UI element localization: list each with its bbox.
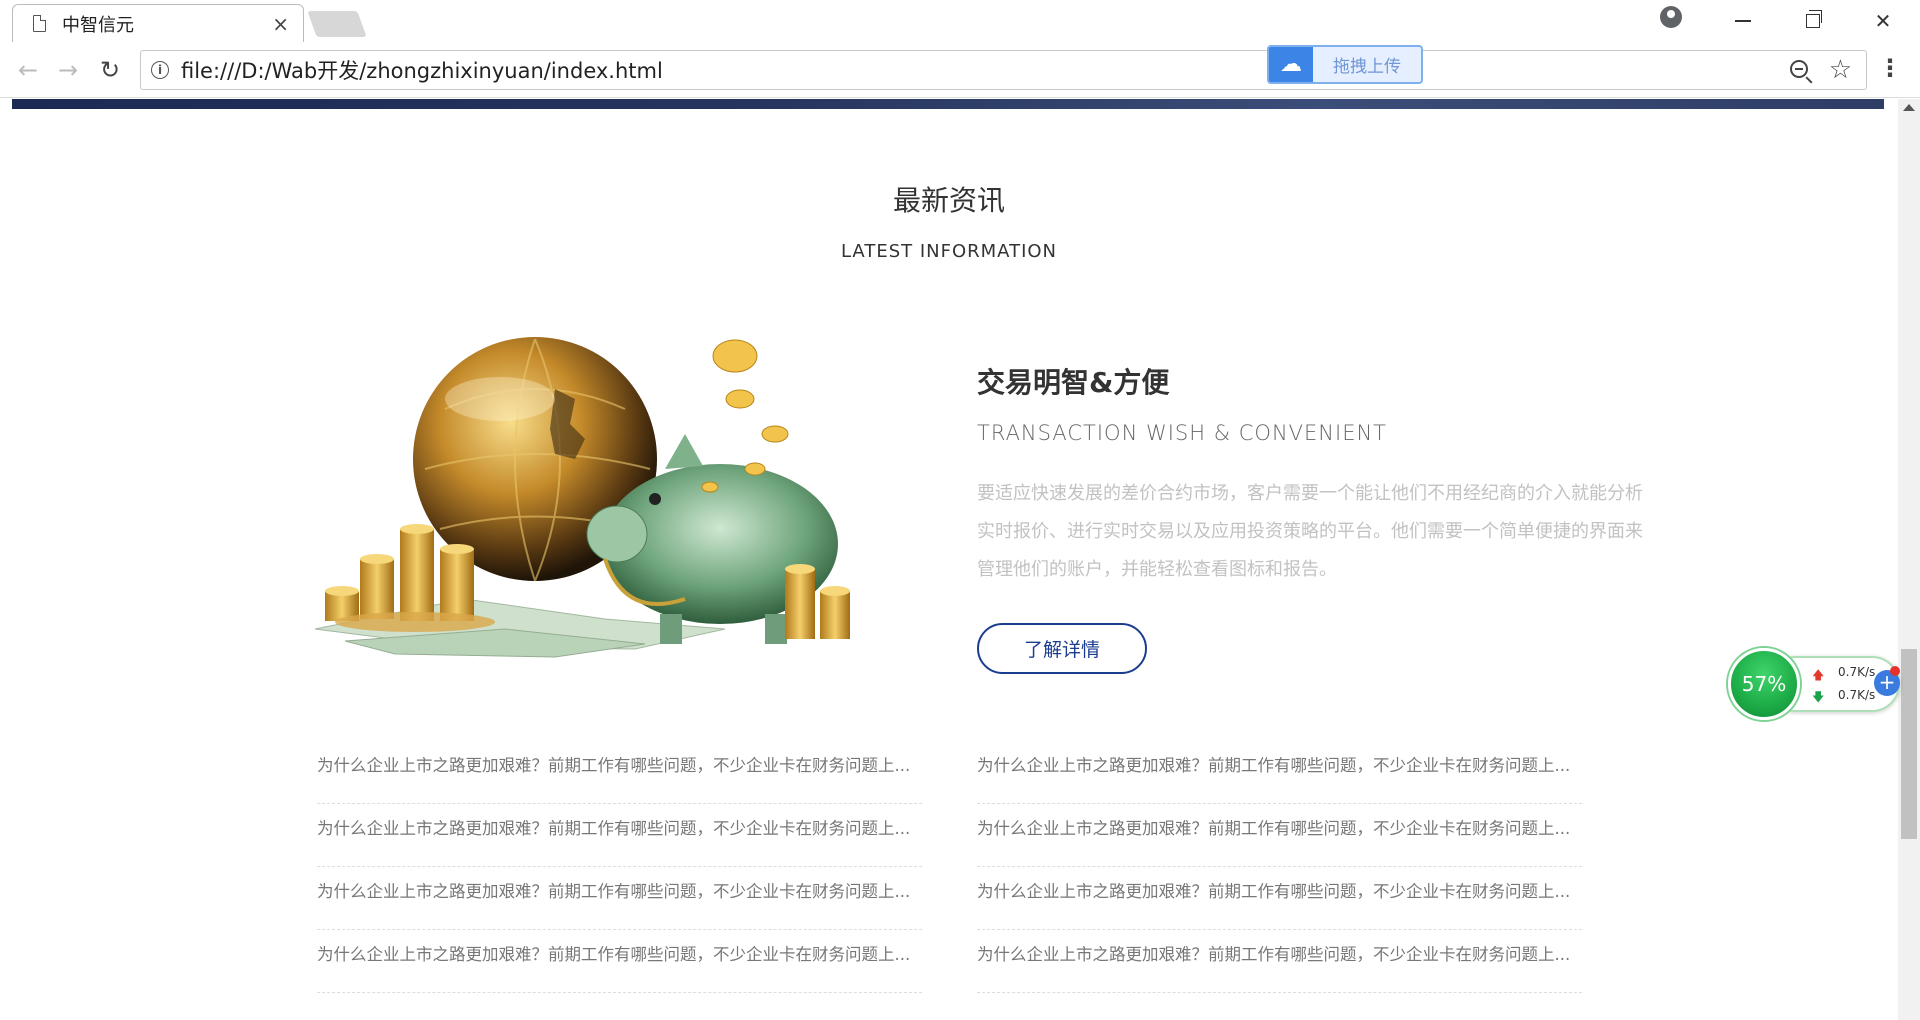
feature-description: 要适应快速发展的差价合约市场，客户需要一个能让他们不用经纪商的介入就能分析实时报… [977,483,1643,580]
bookmark-star-icon[interactable]: ☆ [1829,55,1852,85]
download-speed: 0.7K/s [1838,688,1876,702]
profile-icon[interactable] [1660,6,1682,28]
news-item[interactable]: 为什么企业上市之路更加艰难？前期工作有哪些问题，不少企业卡在财务问题上... [317,930,922,993]
news-item[interactable]: 为什么企业上市之路更加艰难？前期工作有哪些问题，不少企业卡在财务问题上... [977,867,1582,930]
address-bar[interactable]: i file:///D:/Wab开发/zhongzhixinyuan/index… [140,50,1867,90]
news-item[interactable]: 为什么企业上市之路更加艰难？前期工作有哪些问题，不少企业卡在财务问题上... [977,930,1582,993]
minimize-button[interactable] [1708,4,1778,38]
restore-icon [1806,10,1822,28]
upload-widget[interactable]: ☁ 拖拽上传 [1267,45,1423,84]
news-item[interactable]: 为什么企业上市之路更加艰难？前期工作有哪些问题，不少企业卡在财务问题上... [977,804,1582,867]
section-subtitle: LATEST INFORMATION [840,241,1058,262]
upload-label: 拖拽上传 [1333,57,1401,77]
browser-toolbar: ← → ↻ i file:///D:/Wab开发/zhongzhixinyuan… [0,42,1920,98]
back-button[interactable]: ← [12,54,44,86]
notification-dot [1890,666,1900,676]
document-icon [33,15,46,32]
new-tab-button[interactable] [307,11,367,37]
finance-illustration [314,337,850,658]
reload-button[interactable]: ↻ [94,54,126,86]
news-list-right: 为什么企业上市之路更加艰难？前期工作有哪些问题，不少企业卡在财务问题上... 为… [977,741,1582,993]
scroll-thumb[interactable] [1901,649,1917,839]
upload-arrow-icon: 🡅 [1812,668,1825,682]
zoom-icon[interactable] [1790,60,1808,78]
site-info-icon[interactable]: i [151,61,169,79]
tab-close-icon[interactable]: × [272,12,289,36]
news-item[interactable]: 为什么企业上市之路更加艰难？前期工作有哪些问题，不少企业卡在财务问题上... [317,741,922,804]
news-item[interactable]: 为什么企业上市之路更加艰难？前期工作有哪些问题，不少企业卡在财务问题上... [317,867,922,930]
close-icon: ✕ [1874,9,1892,33]
learn-more-button[interactable]: 了解详情 [977,623,1147,674]
back-arrow-icon: ← [17,56,39,84]
cloud-icon: ☁ [1269,47,1313,82]
close-window-button[interactable]: ✕ [1848,4,1918,38]
minimize-icon [1735,20,1751,22]
section-title: 最新资讯 [892,184,1005,217]
tab-bar: 中智信元 × ✕ [0,0,1920,42]
network-speed-widget[interactable]: 57% 🡅 🡇 0.7K/s 0.7K/s + [1728,648,1900,720]
page-content: 最新资讯 LATEST INFORMATION 交易明智&方便 TRANSACT… [0,99,1898,1020]
usage-percent-ball[interactable]: 57% [1728,648,1800,720]
browser-menu-icon[interactable]: ⋮ [1878,54,1902,82]
feature-title: 交易明智&方便 [977,366,1170,399]
banner-strip [12,99,1884,109]
vertical-scrollbar[interactable] [1898,99,1920,1020]
reload-icon: ↻ [99,56,121,84]
forward-arrow-icon: → [57,56,79,84]
news-item[interactable]: 为什么企业上市之路更加艰难？前期工作有哪些问题，不少企业卡在财务问题上... [317,804,922,867]
tab-title: 中智信元 [62,14,134,36]
feature-subtitle: TRANSACTION WISH & CONVENIENT [977,421,1388,445]
forward-button[interactable]: → [52,54,84,86]
browser-tab[interactable]: 中智信元 × [12,4,304,42]
download-arrow-icon: 🡇 [1812,690,1825,704]
upload-speed: 0.7K/s [1838,665,1876,679]
restore-button[interactable] [1778,4,1848,38]
url-text[interactable]: file:///D:/Wab开发/zhongzhixinyuan/index.h… [181,55,663,85]
news-item[interactable]: 为什么企业上市之路更加艰难？前期工作有哪些问题，不少企业卡在财务问题上... [977,741,1582,804]
scroll-up-arrow-icon[interactable] [1903,104,1915,111]
news-list-left: 为什么企业上市之路更加艰难？前期工作有哪些问题，不少企业卡在财务问题上... 为… [317,741,922,993]
